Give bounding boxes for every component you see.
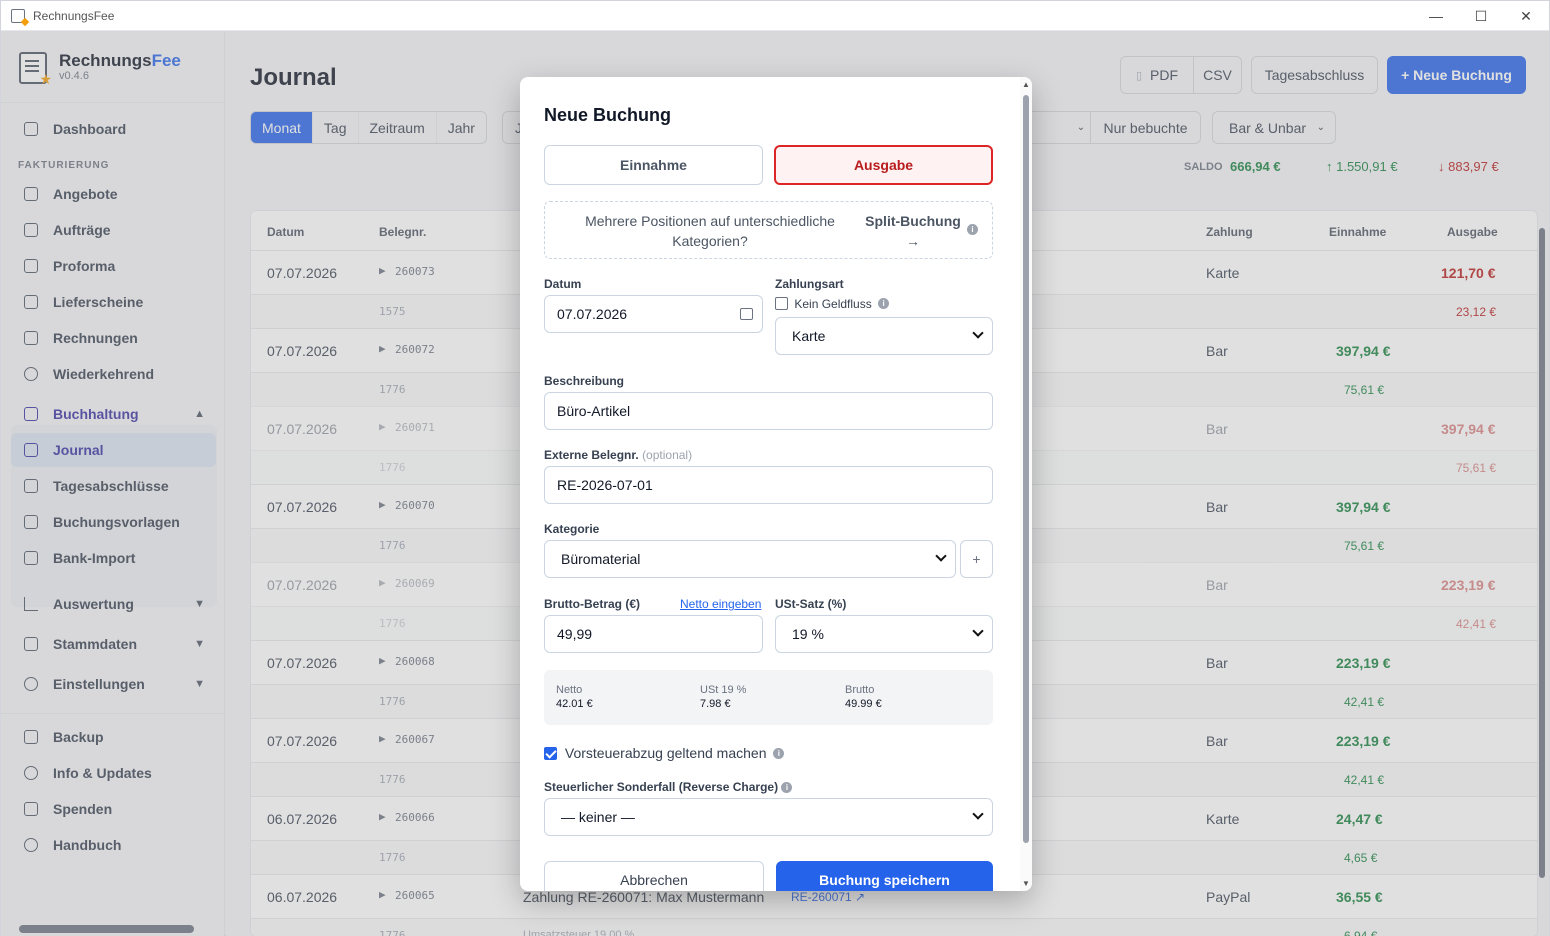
label-text: Externe Belegnr. [544, 448, 639, 462]
checkbox-label: Vorsteuerabzug geltend machen [564, 745, 767, 762]
kein-geldfluss-checkbox[interactable] [775, 297, 788, 311]
beschreibung-label: Beschreibung [544, 374, 625, 388]
summary-brutto: Brutto 49.99 € [845, 684, 882, 710]
input-value: Büro-Artikel [557, 403, 631, 419]
ust-satz-select[interactable]: 19 % [775, 615, 993, 653]
info-icon: i [967, 224, 978, 235]
maximize-button[interactable]: ☐ [1458, 1, 1504, 31]
zahlungsart-select[interactable]: Karte [775, 317, 993, 355]
split-hint: Mehrere Positionen auf unterschiedliche … [544, 201, 993, 259]
select-value: Karte [792, 328, 826, 344]
netto-eingeben-link[interactable]: Netto eingeben [680, 597, 761, 611]
datum-label: Datum [544, 277, 582, 291]
summary-value: 49.99 € [845, 698, 882, 710]
brutto-input[interactable]: 49,99 [544, 615, 763, 653]
summary-netto: Netto 42.01 € [556, 684, 593, 710]
split-buchung-link[interactable]: Split-Buchung → [863, 211, 963, 251]
buchung-speichern-button[interactable]: Buchung speichern [776, 861, 993, 891]
close-button[interactable]: ✕ [1503, 1, 1549, 31]
info-icon: i [773, 747, 785, 759]
label-text: Steuerlicher Sonderfall (Reverse Charge) [544, 780, 779, 794]
window-title: RechnungsFee [33, 8, 115, 23]
scrollbar-thumb[interactable] [1023, 95, 1029, 843]
info-icon: i [781, 782, 793, 794]
ust-satz-label: USt-Satz (%) [775, 597, 847, 611]
title-bar: RechnungsFee — ☐ ✕ [1, 1, 1549, 31]
abbrechen-button[interactable]: Abbrechen [544, 861, 764, 891]
vorsteuer-row: Vorsteuerabzug geltend machen i [544, 744, 785, 762]
app-icon [11, 8, 25, 23]
input-value: 07.07.2026 [557, 306, 628, 322]
input-value: 49,99 [557, 626, 593, 642]
info-icon: i [878, 298, 890, 310]
summary-key: Brutto [845, 684, 875, 696]
beschreibung-input[interactable]: Büro-Artikel [544, 392, 993, 430]
app-window: RechnungsFee — ☐ ✕ RechnungsFee v0.4.6 D… [0, 0, 1550, 936]
summary-key: Netto [556, 684, 583, 696]
chevron-down-icon [972, 625, 984, 637]
summary-value: 42.01 € [556, 698, 593, 710]
input-value: RE-2026-07-01 [557, 477, 653, 493]
neue-buchung-dialog: Neue Buchung Einnahme Ausgabe Mehrere Po… [520, 77, 1032, 891]
kategorie-select[interactable]: Büromaterial [544, 540, 956, 578]
sonderfall-select[interactable]: — keiner — [544, 798, 993, 836]
chevron-down-icon [972, 327, 984, 339]
externe-belegnr-label: Externe Belegnr. (optional) [544, 448, 692, 462]
dialog-scrollbar[interactable]: ▲ ▼ [1020, 77, 1032, 891]
sonderfall-label: Steuerlicher Sonderfall (Reverse Charge)… [544, 780, 793, 794]
externe-belegnr-input[interactable]: RE-2026-07-01 [544, 466, 993, 504]
datum-input[interactable]: 07.07.2026 [544, 295, 763, 333]
calendar-icon[interactable] [740, 308, 753, 320]
minimize-button[interactable]: — [1413, 1, 1459, 31]
chevron-down-icon [935, 550, 947, 562]
summary-ust: USt 19 % 7.98 € [700, 684, 746, 710]
select-value: Büromaterial [561, 551, 641, 567]
dialog-title: Neue Buchung [544, 105, 672, 125]
split-hint-text: Mehrere Positionen auf unterschiedliche … [585, 213, 835, 249]
chevron-down-icon [972, 808, 984, 820]
kein-geldfluss-row: Kein Geldfluss i [775, 296, 890, 311]
type-ausgabe-button[interactable]: Ausgabe [774, 145, 993, 185]
add-kategorie-button[interactable]: + [960, 540, 993, 578]
select-value: 19 % [792, 626, 824, 642]
brutto-label: Brutto-Betrag (€) [544, 597, 640, 611]
checkbox-label: Kein Geldfluss [794, 296, 872, 311]
summary-key: USt 19 % [700, 684, 747, 696]
type-einnahme-button[interactable]: Einnahme [544, 145, 763, 185]
vorsteuer-checkbox[interactable] [544, 746, 557, 760]
select-value: — keiner — [561, 809, 635, 825]
amount-summary: Netto 42.01 € USt 19 % 7.98 € Brutto 49.99 … [544, 670, 993, 725]
scroll-down-icon[interactable]: ▼ [1022, 879, 1030, 888]
scroll-up-icon[interactable]: ▲ [1022, 80, 1030, 89]
zahlungsart-label: Zahlungsart [775, 277, 844, 291]
kategorie-label: Kategorie [544, 522, 600, 536]
optional-hint: (optional) [642, 448, 693, 462]
summary-value: 7.98 € [700, 698, 731, 710]
